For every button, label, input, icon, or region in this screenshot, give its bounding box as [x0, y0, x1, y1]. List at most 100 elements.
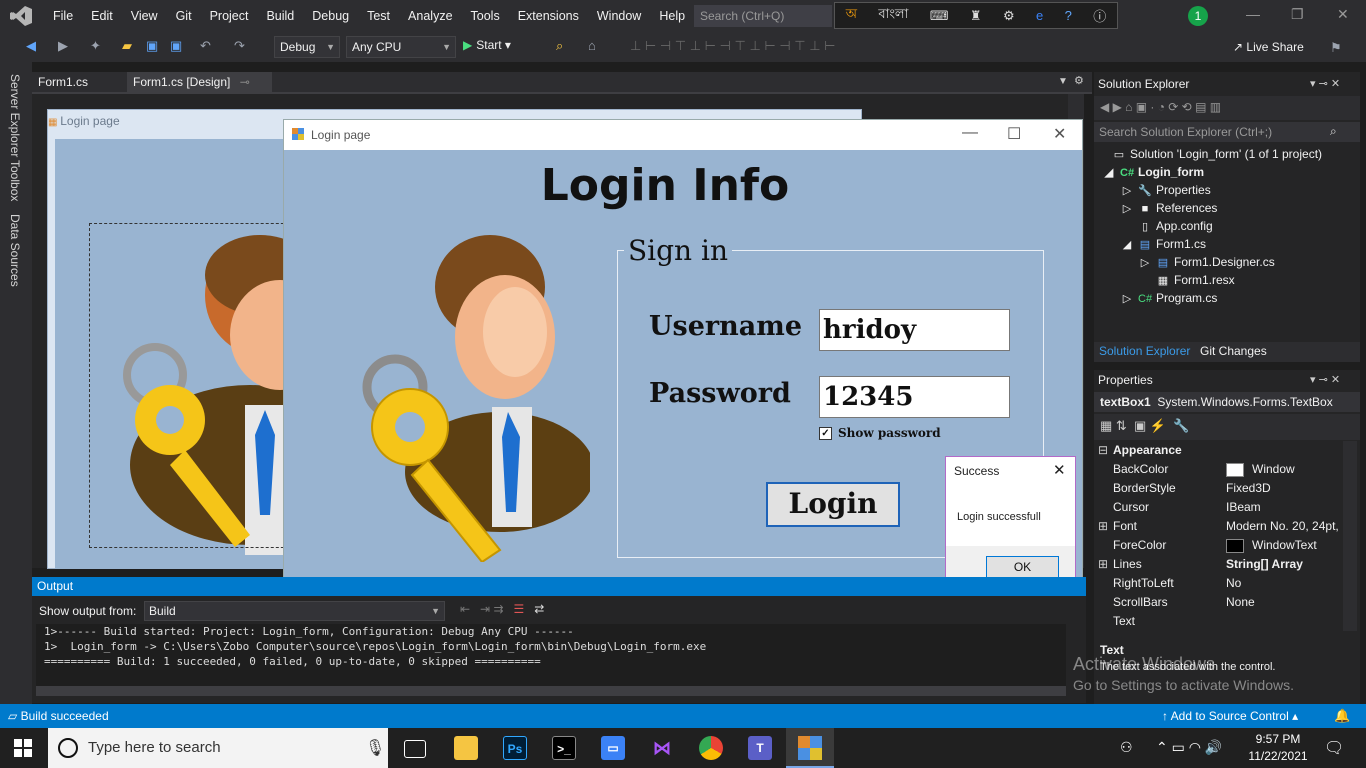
property-row[interactable]: Cursor IBeam: [1094, 498, 1344, 517]
action-center-icon[interactable]: 🗨: [1324, 738, 1344, 758]
tab-form1-cs[interactable]: Form1.cs: [32, 72, 94, 92]
output-source-select[interactable]: Build ▼: [144, 601, 445, 621]
tree-program-cs[interactable]: ▷ C# Program.cs: [1120, 291, 1218, 305]
property-row[interactable]: ForeColor WindowText: [1094, 536, 1344, 555]
add-to-source-control-button[interactable]: ↑ Add to Source Control ▴: [1162, 704, 1298, 728]
expanded-icon[interactable]: ◢: [1102, 166, 1116, 179]
output-panel-header[interactable]: Output: [32, 577, 1086, 596]
solution-explorer-tool-icons[interactable]: ◀ ▶ ⌂ ▣ · ◔ ⟳ ⟲ ▤ ▥: [1100, 100, 1221, 114]
output-text[interactable]: 1>------ Build started: Project: Login_f…: [36, 624, 1066, 686]
undo-icon[interactable]: ↶: [200, 38, 211, 54]
visual-studio-taskbar-icon[interactable]: ⋈: [650, 736, 674, 760]
menu-edit[interactable]: Edit: [82, 0, 122, 32]
tray-icons[interactable]: ⌃ ▭ ◠ 🔊: [1156, 739, 1222, 756]
ok-button[interactable]: OK: [986, 556, 1059, 578]
pc-settings-icon[interactable]: ▭: [601, 736, 625, 760]
panel-controls-icon[interactable]: ▾ ⊸ ✕: [1310, 373, 1340, 386]
settings-icon[interactable]: ⚙: [1003, 8, 1015, 24]
collapse-icon[interactable]: ⊟: [1098, 441, 1108, 460]
tree-app-config[interactable]: ▯ App.config: [1138, 219, 1213, 233]
property-value[interactable]: String[] Array: [1226, 555, 1344, 574]
menu-project[interactable]: Project: [201, 0, 258, 32]
save-icon[interactable]: ▣: [146, 38, 158, 54]
property-row[interactable]: RightToLeft No: [1094, 574, 1344, 593]
search-icon[interactable]: ⌕: [1330, 124, 1337, 139]
property-value[interactable]: None: [1226, 593, 1344, 612]
collapsed-icon[interactable]: ▷: [1120, 202, 1134, 215]
pin-icon[interactable]: ⊸: [240, 75, 250, 89]
menu-analyze[interactable]: Analyze: [399, 0, 461, 32]
tab-dropdown-icon[interactable]: ▼: [1058, 76, 1068, 87]
close-icon[interactable]: ✕: [1053, 124, 1066, 144]
start-button[interactable]: ▶ Start ▾: [463, 38, 511, 52]
language-label[interactable]: বাংলা: [878, 5, 908, 26]
task-view-icon[interactable]: [404, 740, 426, 758]
server-explorer-tab[interactable]: Server Explorer: [8, 74, 22, 157]
menu-debug[interactable]: Debug: [303, 0, 358, 32]
tab-git-changes[interactable]: Git Changes: [1200, 344, 1267, 358]
close-icon[interactable]: ✕: [1337, 6, 1349, 23]
info-icon[interactable]: ⓘ: [1093, 6, 1106, 25]
menu-test[interactable]: Test: [358, 0, 399, 32]
microphone-icon[interactable]: 🎙: [365, 738, 385, 758]
tree-properties[interactable]: ▷ 🔧 Properties: [1120, 183, 1211, 197]
username-input[interactable]: hridoy: [819, 309, 1010, 351]
tree-form1-designer[interactable]: ▷ ▤ Form1.Designer.cs: [1138, 255, 1275, 269]
terminal-icon[interactable]: >_: [552, 736, 576, 760]
menu-git[interactable]: Git: [167, 0, 201, 32]
redo-icon[interactable]: ↷: [234, 38, 245, 54]
tab-form1-design[interactable]: Form1.cs [Design] ⊸ ✕: [127, 72, 272, 109]
output-horizontal-scrollbar[interactable]: [36, 686, 1066, 696]
show-password-checkbox[interactable]: ✓ Show password: [819, 426, 941, 440]
people-icon[interactable]: ⚇: [1120, 739, 1133, 756]
notifications-bell-icon[interactable]: 🔔: [1334, 708, 1350, 724]
password-input[interactable]: 12345: [819, 376, 1010, 418]
toolbox-tab[interactable]: Toolbox: [8, 160, 22, 201]
menu-help[interactable]: Help: [650, 0, 694, 32]
design-picture-selection[interactable]: [89, 223, 299, 548]
file-explorer-icon[interactable]: [454, 736, 478, 760]
tool-icon[interactable]: ♜: [970, 8, 982, 24]
forward-icon[interactable]: ▶: [58, 38, 68, 54]
tree-form1-cs[interactable]: ◢ ▤ Form1.cs: [1120, 237, 1206, 251]
collapsed-icon[interactable]: ▷: [1120, 292, 1134, 305]
panel-controls-icon[interactable]: ▾ ⊸ ✕: [1310, 77, 1340, 90]
property-value[interactable]: Fixed3D: [1226, 479, 1344, 498]
property-row[interactable]: ⊞ Lines String[] Array: [1094, 555, 1344, 574]
tree-references[interactable]: ▷ ■ References: [1120, 201, 1218, 215]
properties-tool-icons[interactable]: ▦ ⇅ ▣ ⚡ 🔧: [1100, 418, 1190, 434]
notification-badge[interactable]: 1: [1188, 6, 1208, 26]
browser-icon[interactable]: e: [1036, 8, 1043, 23]
properties-object-select[interactable]: textBox1 System.Windows.Forms.TextBox: [1094, 392, 1360, 412]
platform-select[interactable]: Any CPU ▼: [346, 36, 456, 58]
close-icon[interactable]: ✕: [1053, 461, 1066, 479]
chrome-icon[interactable]: [699, 736, 723, 760]
collapsed-icon[interactable]: ▷: [1138, 256, 1152, 269]
property-row[interactable]: BackColor Window: [1094, 460, 1344, 479]
windows-start-icon[interactable]: [14, 739, 32, 757]
menu-extensions[interactable]: Extensions: [509, 0, 588, 32]
back-icon[interactable]: ◀: [26, 38, 36, 54]
login-button[interactable]: Login: [766, 482, 900, 527]
align-toolbar-icons[interactable]: ⊥ ⊢ ⊣ ⊤ ⊥ ⊢ ⊣ ⊤ ⊥ ⊢ ⊣ ⊤ ⊥ ⊢: [630, 38, 836, 54]
search-input[interactable]: Search (Ctrl+Q): [694, 5, 832, 27]
property-value[interactable]: Window: [1226, 460, 1344, 479]
maximize-icon[interactable]: ☐: [1007, 124, 1021, 144]
new-project-icon[interactable]: ✦: [90, 38, 101, 54]
expand-icon[interactable]: ⊞: [1098, 517, 1108, 536]
property-value[interactable]: WindowText: [1226, 536, 1344, 555]
solution-view-icon[interactable]: ⌂: [588, 38, 596, 53]
menu-view[interactable]: View: [122, 0, 167, 32]
system-clock[interactable]: 9:57 PM 11/22/2021: [1248, 731, 1308, 765]
minimize-icon[interactable]: —: [1246, 6, 1260, 22]
output-toolbar-icons[interactable]: ⇤ ⇥ ⇉ ☰ ⇄: [460, 602, 544, 616]
find-in-files-icon[interactable]: ⌕: [556, 38, 563, 54]
menu-build[interactable]: Build: [257, 0, 303, 32]
menu-tools[interactable]: Tools: [462, 0, 509, 32]
photoshop-icon[interactable]: Ps: [503, 736, 527, 760]
taskbar-search-input[interactable]: Type here to search: [48, 728, 388, 768]
property-value[interactable]: No: [1226, 574, 1344, 593]
expand-icon[interactable]: ⊞: [1098, 555, 1108, 574]
configuration-select[interactable]: Debug ▼: [274, 36, 340, 58]
collapsed-icon[interactable]: ▷: [1120, 184, 1134, 197]
